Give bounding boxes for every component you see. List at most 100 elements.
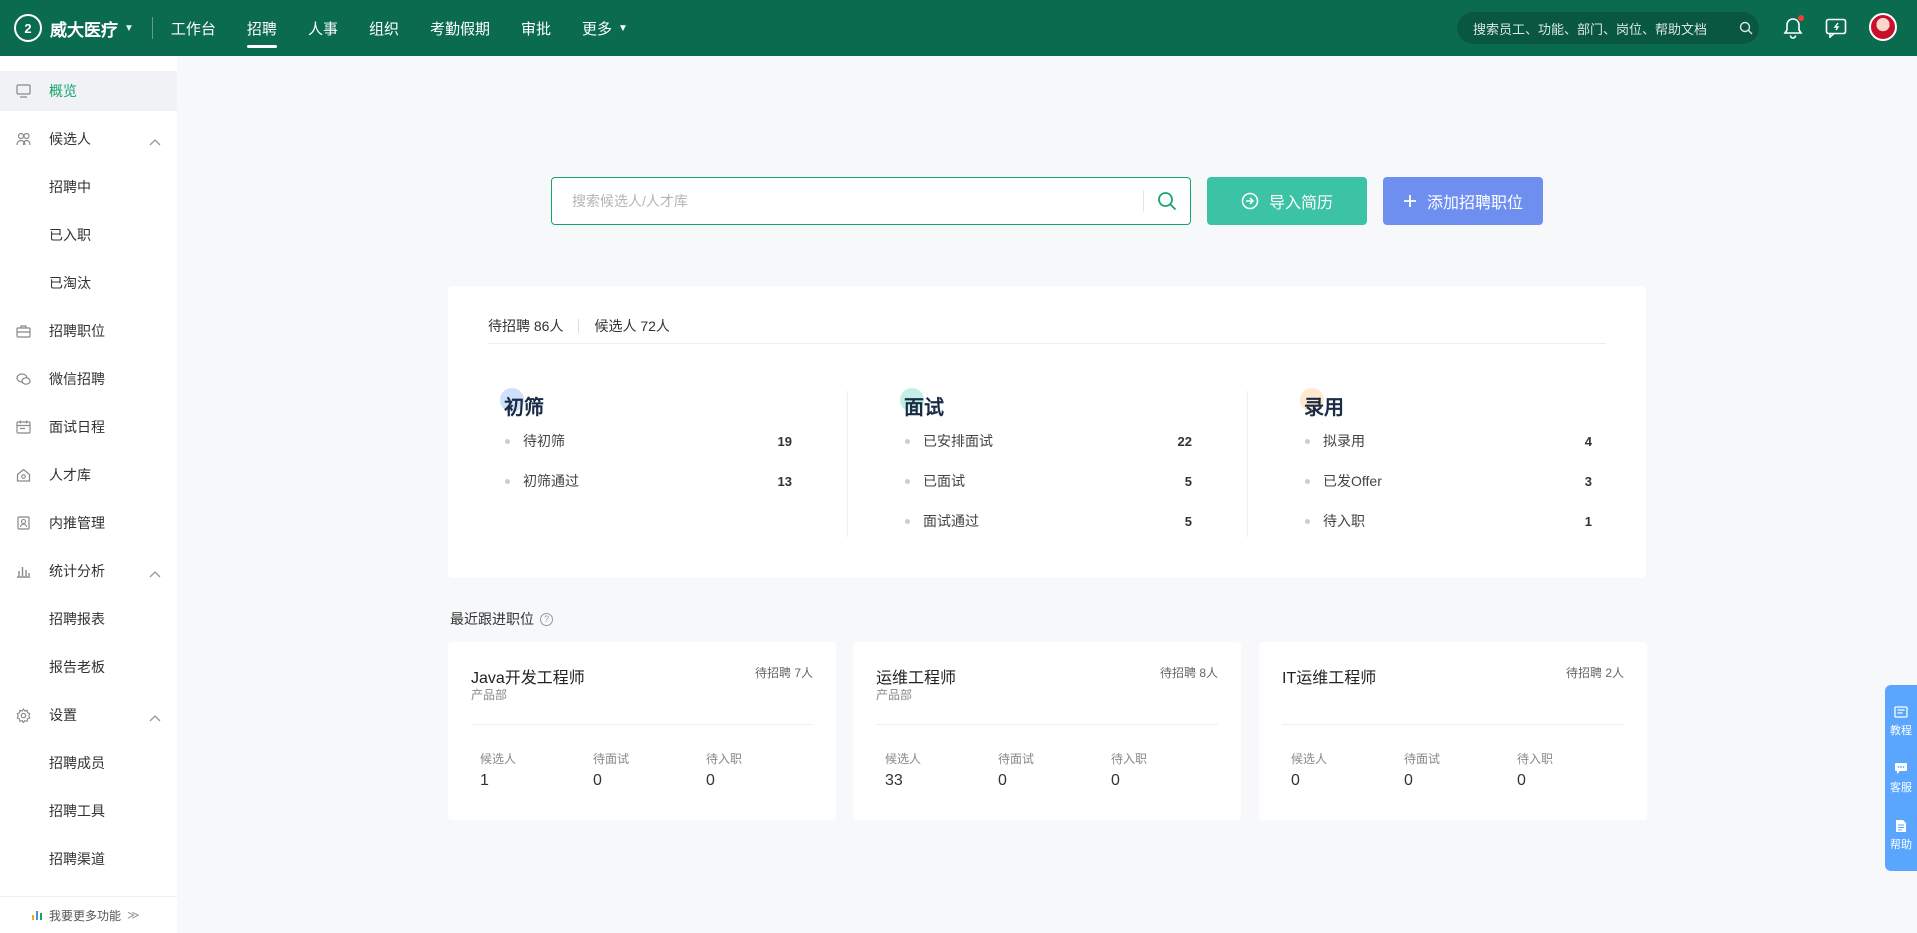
message-icon[interactable] <box>1822 14 1850 42</box>
import-resume-label: 导入简历 <box>1268 195 1333 212</box>
chevron-up-icon <box>149 565 161 581</box>
home-icon <box>15 467 31 483</box>
chevron-up-icon <box>149 133 161 149</box>
position-card[interactable]: IT运维工程师 待招聘 2人 候选人 0 待面试 0 待入职 0 <box>1259 642 1647 820</box>
import-icon <box>1241 192 1259 210</box>
stage-row[interactable]: 待初筛 19 <box>504 421 792 461</box>
sidebar-item-positions[interactable]: 招聘职位 <box>0 311 177 351</box>
tutorial-button[interactable]: 教程 <box>1890 704 1912 738</box>
recent-positions-title: 最近跟进职位 ? <box>450 609 553 629</box>
position-metric: 待面试 0 <box>998 750 1098 790</box>
stage-title: 面试 <box>900 388 1192 421</box>
book-icon <box>1893 704 1909 720</box>
stage-offer: 录用 拟录用 4 已发Offer 3 待入职 1 <box>1300 388 1592 541</box>
sidebar-item-candidates[interactable]: 候选人 <box>0 119 177 159</box>
nav-approval[interactable]: 审批 <box>521 0 551 56</box>
bullet <box>1305 438 1310 444</box>
help-icon[interactable]: ? <box>540 612 553 626</box>
position-metric: 待面试 0 <box>593 750 693 790</box>
sidebar-item-members[interactable]: 招聘成员 <box>0 743 177 783</box>
stage-row-value: 4 <box>1584 433 1592 449</box>
search-button[interactable] <box>1144 178 1190 224</box>
stage-row[interactable]: 面试通过 5 <box>904 501 1192 541</box>
stage-row[interactable]: 拟录用 4 <box>1304 421 1592 461</box>
nav-recruit[interactable]: 招聘 <box>246 0 277 56</box>
metric-value: 0 <box>1517 772 1526 789</box>
nav-attendance[interactable]: 考勤假期 <box>430 0 490 56</box>
position-metric: 候选人 1 <box>480 750 580 790</box>
support-button[interactable]: 客服 <box>1890 761 1912 795</box>
notification-dot <box>1797 14 1805 22</box>
help-button[interactable]: 帮助 <box>1890 818 1912 852</box>
metric-label: 待面试 <box>1404 752 1441 766</box>
metric-label: 候选人 <box>480 752 517 766</box>
bell-icon[interactable] <box>1779 14 1807 42</box>
add-position-button[interactable]: 添加招聘职位 <box>1383 177 1543 225</box>
bullet <box>905 518 910 524</box>
import-resume-button[interactable]: 导入简历 <box>1207 177 1367 225</box>
stage-row[interactable]: 待入职 1 <box>1304 501 1592 541</box>
sidebar-item-onboarded[interactable]: 已入职 <box>0 215 177 255</box>
sidebar-item-wechat[interactable]: 微信招聘 <box>0 359 177 399</box>
nav-more[interactable]: 更多 ▼ <box>582 0 628 56</box>
sidebar-item-label: 已入职 <box>49 227 91 243</box>
stage-row[interactable]: 初筛通过 13 <box>504 461 792 501</box>
stage-row[interactable]: 已发Offer 3 <box>1304 461 1592 501</box>
nav-hr[interactable]: 人事 <box>308 0 338 56</box>
stage-row[interactable]: 已面试 5 <box>904 461 1192 501</box>
metric-label: 待入职 <box>706 752 743 766</box>
stage-row-value: 5 <box>1184 513 1192 529</box>
sidebar-item-interviews[interactable]: 面试日程 <box>0 407 177 447</box>
nav-org[interactable]: 组织 <box>369 0 399 56</box>
stage-row-value: 22 <box>1177 433 1192 449</box>
position-metric: 待入职 0 <box>1517 750 1617 790</box>
user-avatar[interactable] <box>1869 13 1897 41</box>
wechat-icon <box>15 371 31 387</box>
position-title: Java开发工程师 <box>471 670 585 687</box>
sidebar-item-label: 招聘中 <box>49 179 91 195</box>
sidebar-item-talent-pool[interactable]: 人才库 <box>0 455 177 495</box>
sidebar-item-reports[interactable]: 招聘报表 <box>0 599 177 639</box>
more-features-link[interactable]: 我要更多功能 ≫ <box>0 896 177 933</box>
company-name: 威大医疗 <box>50 20 118 40</box>
bar-chart-icon <box>31 909 43 921</box>
sidebar-item-analytics[interactable]: 统计分析 <box>0 551 177 591</box>
id-card-icon <box>15 515 31 531</box>
divider <box>578 318 580 333</box>
stage-row-label: 面试通过 <box>923 513 979 529</box>
sidebar-item-label: 招聘职位 <box>49 323 105 339</box>
sidebar-item-tools[interactable]: 招聘工具 <box>0 791 177 831</box>
stage-title-text: 面试 <box>904 397 944 419</box>
sidebar-item-recruiting[interactable]: 招聘中 <box>0 167 177 207</box>
sidebar-item-label: 招聘工具 <box>49 803 105 819</box>
global-search[interactable]: 搜索员工、功能、部门、岗位、帮助文档 <box>1457 12 1759 44</box>
position-pending: 待招聘 2人 <box>1565 666 1624 680</box>
company-switcher[interactable]: 2 威大医疗 ▼ <box>0 0 134 56</box>
sidebar-item-rejected[interactable]: 已淘汰 <box>0 263 177 303</box>
sidebar-item-settings[interactable]: 设置 <box>0 695 177 735</box>
metric-value: 33 <box>885 772 903 789</box>
section-title-text: 最近跟进职位 <box>450 611 534 627</box>
sidebar-item-label: 已淘汰 <box>49 275 91 291</box>
position-card[interactable]: Java开发工程师 产品部 待招聘 7人 候选人 1 待面试 0 待入职 0 <box>448 642 836 820</box>
nav-label: 招聘 <box>246 20 277 38</box>
stage-interview: 面试 已安排面试 22 已面试 5 面试通过 5 <box>900 388 1192 541</box>
position-title: IT运维工程师 <box>1282 670 1377 687</box>
caret-down-icon: ▼ <box>618 22 628 34</box>
stage-row-label: 待入职 <box>1323 513 1365 529</box>
sidebar-item-channels[interactable]: 招聘渠道 <box>0 839 177 879</box>
metric-value: 0 <box>593 772 602 789</box>
candidate-search-input[interactable] <box>552 179 1143 223</box>
sidebar-item-label: 报告老板 <box>49 659 105 675</box>
global-search-placeholder: 搜索员工、功能、部门、岗位、帮助文档 <box>1473 21 1708 37</box>
sidebar-item-report-boss[interactable]: 报告老板 <box>0 647 177 687</box>
sidebar: 概览 候选人 招聘中 已入职 已淘汰 招聘职位 微信招聘 面试日程 人才库 内推… <box>0 56 177 933</box>
sidebar-item-overview[interactable]: 概览 <box>0 71 177 111</box>
sidebar-item-label: 设置 <box>49 707 77 723</box>
stage-row[interactable]: 已安排面试 22 <box>904 421 1192 461</box>
nav-workbench[interactable]: 工作台 <box>171 0 216 56</box>
position-card[interactable]: 运维工程师 产品部 待招聘 8人 候选人 33 待面试 0 待入职 0 <box>853 642 1241 820</box>
candidate-search <box>551 177 1191 225</box>
nav-label: 组织 <box>368 20 399 38</box>
sidebar-item-referral[interactable]: 内推管理 <box>0 503 177 543</box>
